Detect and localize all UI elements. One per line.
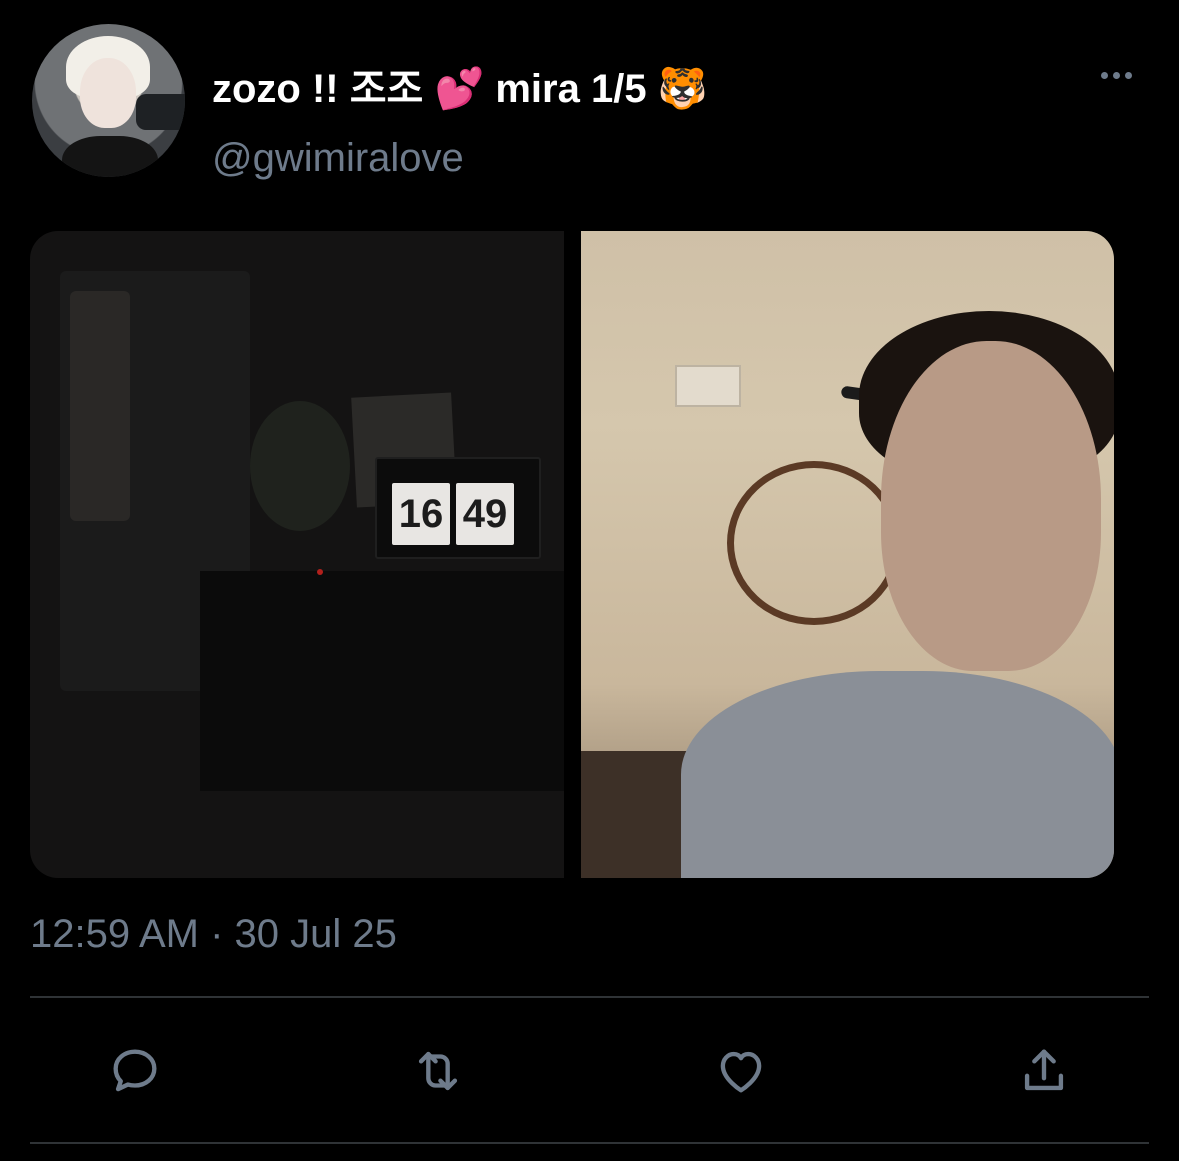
hanging-shirt	[70, 291, 130, 521]
more-dot	[1112, 71, 1120, 79]
more-dot	[1100, 71, 1108, 79]
more-dot	[1124, 71, 1132, 79]
reply-icon	[113, 1049, 157, 1092]
user-handle[interactable]: @gwimiralove	[212, 136, 464, 181]
clock-minutes: 49	[456, 483, 514, 545]
divider-bottom	[30, 1142, 1149, 1144]
more-options-icon[interactable]	[1094, 60, 1138, 90]
like-icon	[720, 1051, 762, 1093]
wall-vent	[675, 365, 741, 407]
clock-display: 16 49	[392, 483, 514, 545]
indicator-light	[317, 569, 323, 575]
retweet-button[interactable]	[407, 1040, 469, 1102]
share-button[interactable]	[1013, 1040, 1075, 1102]
share-icon	[1024, 1049, 1064, 1091]
divider	[30, 996, 1149, 998]
avatar-clothing	[62, 136, 158, 177]
retweet-icon	[418, 1051, 458, 1091]
avatar[interactable]	[32, 24, 185, 177]
dresser	[200, 571, 564, 791]
media-photo-right[interactable]	[581, 231, 1114, 878]
tweet-media: 16 49	[30, 231, 1114, 878]
display-name[interactable]: zozo !! 조조 💕 mira 1/5 🐯	[212, 56, 708, 114]
person-body	[681, 671, 1114, 878]
avatar-face	[80, 58, 136, 128]
avatar-background-car	[136, 94, 185, 130]
media-photo-left[interactable]: 16 49	[30, 231, 564, 878]
tweet-timestamp[interactable]: 12:59 AM · 30 Jul 25	[30, 912, 397, 957]
clock-hours: 16	[392, 483, 450, 545]
person-face	[881, 341, 1101, 671]
bike-wheel	[727, 461, 901, 625]
reply-button[interactable]	[104, 1040, 166, 1102]
plant	[250, 401, 350, 531]
like-button[interactable]	[710, 1040, 772, 1102]
